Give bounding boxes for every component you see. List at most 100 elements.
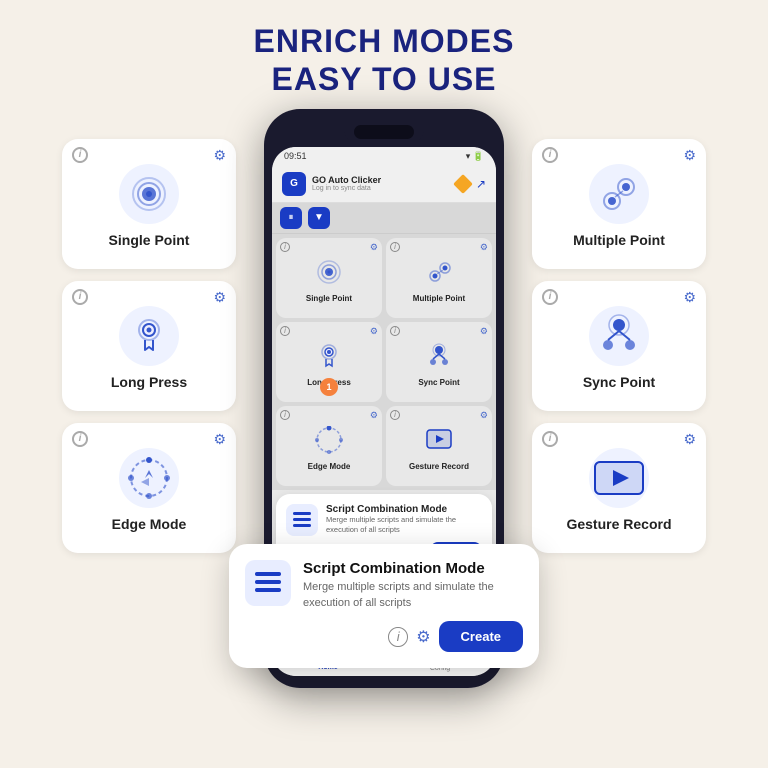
long-press-svg: [129, 316, 169, 356]
title-line1: ENRICH MODES: [0, 22, 768, 60]
cell-gear-icon[interactable]: ⚙: [370, 326, 378, 337]
cell-info-icon: i: [390, 242, 400, 252]
gear-icon[interactable]: ⚙: [683, 289, 696, 306]
overlay-modal-top: Script Combination Mode Merge multiple s…: [245, 560, 523, 611]
overlay-info-icon: i: [388, 627, 408, 647]
phone-header: G GO Auto Clicker Log in to sync data ↗: [272, 166, 496, 203]
single-point-svg: [129, 174, 169, 214]
share-icon[interactable]: ↗: [476, 177, 486, 191]
phone-cell-long-press[interactable]: i ⚙ 1 Long Press: [276, 322, 382, 402]
phone-header-left: G GO Auto Clicker Log in to sync data: [282, 172, 381, 196]
info-icon: i: [72, 147, 88, 163]
card-gesture-record[interactable]: i ⚙ Gesture Record: [532, 423, 706, 553]
modal-title: Script Combination Mode: [326, 504, 482, 515]
gear-icon[interactable]: ⚙: [213, 289, 226, 306]
title-line2: EASY TO USE: [0, 60, 768, 98]
phone-status-bar: 09:51 ▾ 🔋: [272, 147, 496, 166]
cell-gear-icon[interactable]: ⚙: [480, 242, 488, 253]
cell-gear-icon[interactable]: ⚙: [370, 410, 378, 421]
overlay-modal: Script Combination Mode Merge multiple s…: [229, 544, 539, 668]
app-sub: Log in to sync data: [312, 185, 381, 192]
gear-icon[interactable]: ⚙: [213, 431, 226, 448]
phone-toolbar: ⏸ ▼: [272, 203, 496, 234]
cell-gear-icon[interactable]: ⚙: [370, 242, 378, 253]
cell-gear-icon[interactable]: ⚙: [480, 326, 488, 337]
cell-single-point-label: Single Point: [306, 294, 352, 303]
left-panel: i ⚙ Single Point i ⚙: [54, 139, 244, 553]
cell-edge-mode-icon: [311, 422, 347, 458]
overlay-gear-icon[interactable]: ⚙: [416, 627, 430, 647]
info-icon: i: [542, 431, 558, 447]
page-wrapper: ENRICH MODES EASY TO USE i ⚙ Single Poin…: [0, 0, 768, 688]
diamond-icon: [453, 174, 473, 194]
gesture-record-icon-area: [589, 448, 649, 508]
multiple-point-svg: [596, 171, 642, 217]
gear-icon[interactable]: ⚙: [683, 147, 696, 164]
badge-orange: 1: [320, 378, 338, 396]
phone-cell-multiple-point[interactable]: i ⚙ Multiple: [386, 238, 492, 318]
phone-time: 09:51: [284, 151, 307, 162]
phone-notch: [344, 121, 424, 143]
cell-edge-mode-label: Edge Mode: [308, 462, 351, 471]
phone-notch-inner: [354, 125, 414, 139]
cell-gesture-record-icon: [421, 422, 457, 458]
cell-info-icon: i: [280, 242, 290, 252]
phone-cell-single-point[interactable]: i ⚙ Single Point: [276, 238, 382, 318]
multiple-point-icon-area: [589, 164, 649, 224]
gear-icon[interactable]: ⚙: [213, 147, 226, 164]
modal-icon: [286, 504, 318, 536]
card-long-press[interactable]: i ⚙ Long Press: [62, 281, 236, 411]
single-point-label: Single Point: [109, 232, 190, 248]
card-edge-mode[interactable]: i ⚙ Edge Mode: [62, 423, 236, 553]
sync-point-label: Sync Point: [583, 374, 655, 390]
gesture-record-svg: [593, 458, 645, 498]
cell-sync-point-icon: [421, 338, 457, 374]
cell-gesture-record-label: Gesture Record: [409, 462, 469, 471]
edge-mode-icon-area: [119, 448, 179, 508]
cell-info-icon: i: [390, 410, 400, 420]
phone-status-icons: ▾ 🔋: [466, 151, 484, 162]
overlay-modal-text: Script Combination Mode Merge multiple s…: [303, 560, 523, 611]
sync-point-svg: [596, 313, 642, 359]
cell-multiple-point-label: Multiple Point: [413, 294, 465, 303]
overlay-modal-icon: [245, 560, 291, 606]
info-icon: i: [542, 147, 558, 163]
edge-mode-label: Edge Mode: [112, 516, 187, 532]
page-title: ENRICH MODES EASY TO USE: [0, 0, 768, 99]
phone-cell-sync-point[interactable]: i ⚙ Sync Poin: [386, 322, 492, 402]
overlay-modal-title: Script Combination Mode: [303, 560, 523, 577]
phone-header-right: ↗: [456, 177, 486, 191]
phone-grid: i ⚙ Single Point: [272, 234, 496, 490]
down-button[interactable]: ▼: [308, 207, 330, 229]
overlay-create-button[interactable]: Create: [439, 621, 523, 652]
cell-info-icon: i: [390, 326, 400, 336]
edge-mode-svg: [127, 456, 171, 500]
single-point-icon-area: [119, 164, 179, 224]
sync-point-icon-area: [589, 306, 649, 366]
info-icon: i: [72, 289, 88, 305]
modal-desc: Merge multiple scripts and simulate the …: [326, 515, 482, 535]
overlay-modal-desc: Merge multiple scripts and simulate the …: [303, 580, 523, 611]
gesture-record-label: Gesture Record: [566, 516, 671, 532]
gear-icon[interactable]: ⚙: [683, 431, 696, 448]
card-multiple-point[interactable]: i ⚙ Multiple Point: [532, 139, 706, 269]
cell-info-icon: i: [280, 326, 290, 336]
card-sync-point[interactable]: i ⚙ Sync Point: [532, 281, 706, 411]
cell-long-press-icon: [311, 338, 347, 374]
phone-cell-gesture-record[interactable]: i ⚙ Gesture Record: [386, 406, 492, 486]
long-press-label: Long Press: [111, 374, 187, 390]
cell-sync-point-label: Sync Point: [418, 378, 459, 387]
app-name: GO Auto Clicker: [312, 175, 381, 185]
modal-text: Script Combination Mode Merge multiple s…: [326, 504, 482, 535]
app-logo: G: [282, 172, 306, 196]
phone-cell-edge-mode[interactable]: i ⚙ Edge Mode: [276, 406, 382, 486]
right-panel: i ⚙ Multiple Point i ⚙: [524, 139, 714, 553]
cell-gear-icon[interactable]: ⚙: [480, 410, 488, 421]
card-single-point[interactable]: i ⚙ Single Point: [62, 139, 236, 269]
cell-info-icon: i: [280, 410, 290, 420]
long-press-icon-area: [119, 306, 179, 366]
pause-button[interactable]: ⏸: [280, 207, 302, 229]
modal-top: Script Combination Mode Merge multiple s…: [286, 504, 482, 536]
cell-multiple-point-icon: [421, 254, 457, 290]
info-icon: i: [542, 289, 558, 305]
